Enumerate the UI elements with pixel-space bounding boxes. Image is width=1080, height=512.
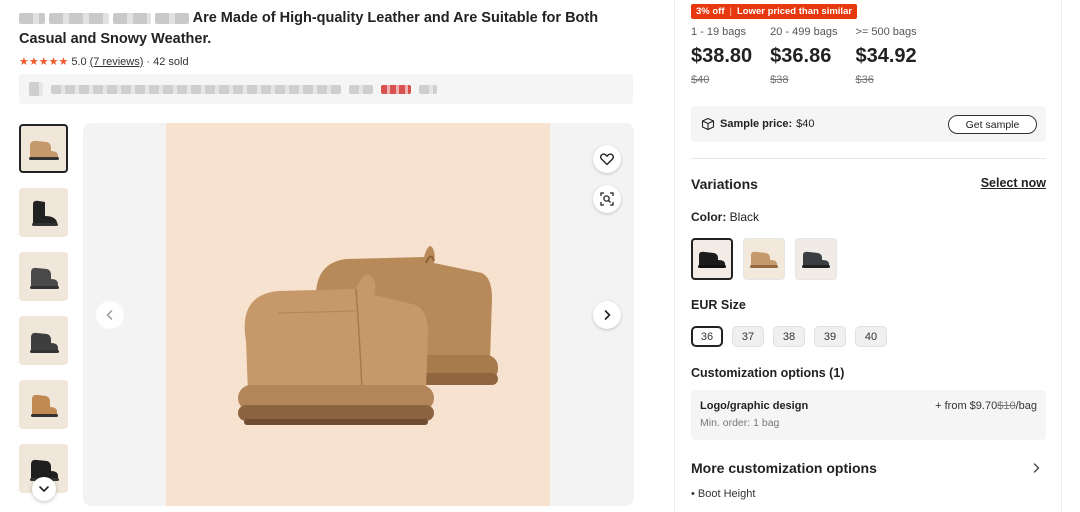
- more-customization-expand[interactable]: [1030, 461, 1042, 479]
- thumbnail-4[interactable]: [19, 316, 68, 365]
- blurred-brand: [19, 12, 45, 24]
- price-tier: 1 - 19 bags $38.80 $40: [691, 26, 752, 86]
- seller-logo-icon: [29, 82, 43, 96]
- promo-discount: 3% off: [696, 6, 725, 17]
- tier-range: 20 - 499 bags: [770, 26, 838, 38]
- price-tiers: 1 - 19 bags $38.80 $40 20 - 499 bags $36…: [691, 26, 935, 86]
- variations-heading: Variations: [691, 176, 758, 192]
- customization-option[interactable]: Logo/graphic design Min. order: 1 bag + …: [691, 390, 1046, 440]
- customization-price-from: + from $9.70: [935, 400, 998, 412]
- thumbnails-scroll-down-button[interactable]: [32, 477, 56, 501]
- thumbnail-2[interactable]: [19, 188, 68, 237]
- size-option[interactable]: 39: [814, 326, 846, 347]
- tier-price: $38.80: [691, 45, 753, 67]
- color-selection-label: Color: Black: [691, 210, 759, 224]
- size-option[interactable]: 40: [855, 326, 887, 347]
- chevron-right-icon: [1033, 463, 1040, 473]
- sample-price-label: Sample price:: [720, 118, 793, 130]
- tier-original-price: $36: [855, 74, 874, 86]
- chevron-down-icon: [39, 486, 49, 492]
- customization-price-unit: /bag: [1015, 400, 1037, 412]
- customization-heading: Customization options (1): [691, 366, 845, 380]
- more-customization-heading[interactable]: More customization options: [691, 460, 877, 476]
- boot-thumb-icon: [29, 267, 59, 289]
- country-flag-icon: [381, 84, 411, 94]
- seller-info-bar[interactable]: [19, 74, 633, 104]
- tier-range: >= 500 bags: [855, 26, 917, 38]
- thumbnail-1[interactable]: [19, 124, 68, 173]
- prev-image-button[interactable]: [96, 301, 124, 329]
- swatch-grey[interactable]: [795, 238, 837, 280]
- thumbnail-list: [19, 124, 69, 508]
- boot-swatch-icon: [802, 251, 830, 268]
- customization-min-order: Min. order: 1 bag: [700, 417, 780, 429]
- next-image-button[interactable]: [593, 301, 621, 329]
- package-icon: [701, 117, 715, 131]
- color-label: Color:: [691, 210, 727, 224]
- thumbnail-3[interactable]: [19, 252, 68, 301]
- boot-swatch-icon: [750, 251, 778, 268]
- tier-original-price: $38: [770, 74, 789, 86]
- customization-bullet: • Boot Height: [691, 488, 756, 500]
- rating-value: 5.0: [71, 55, 87, 68]
- product-title: Are Made of High-quality Leather and Are…: [19, 8, 649, 50]
- main-product-image: [83, 123, 634, 506]
- thumbnail-5[interactable]: [19, 380, 68, 429]
- boot-thumb-icon: [30, 394, 58, 417]
- swatch-black[interactable]: [691, 238, 733, 280]
- section-divider: [691, 158, 1046, 159]
- swatch-tan[interactable]: [743, 238, 785, 280]
- rating-row: ★★★★★ 5.0 (7 reviews) · 42 sold: [19, 55, 189, 69]
- tier-range: 1 - 19 bags: [691, 26, 747, 38]
- tier-price: $36.86: [770, 45, 832, 67]
- blurred-text: [155, 12, 190, 24]
- boots-illustration: [238, 246, 498, 425]
- price-tier: >= 500 bags $34.92 $36: [855, 26, 916, 86]
- promo-separator: |: [729, 6, 732, 17]
- boot-thumb-icon: [31, 200, 58, 226]
- sold-count: · 42 sold: [146, 55, 189, 68]
- customization-price: + from $9.70$10/bag: [935, 400, 1037, 412]
- select-now-link[interactable]: Select now: [981, 176, 1046, 190]
- tier-original-price: $40: [691, 74, 710, 86]
- favorite-button[interactable]: [593, 145, 621, 173]
- size-option[interactable]: 38: [773, 326, 805, 347]
- customization-price-original: $10: [997, 400, 1016, 412]
- color-swatches: [691, 238, 837, 280]
- product-photo: [166, 123, 550, 506]
- size-label: EUR Size: [691, 298, 746, 312]
- color-value: Black: [729, 210, 760, 224]
- column-divider: [674, 0, 675, 512]
- promo-badge: 3% off | Lower priced than similar: [691, 4, 858, 19]
- heart-icon: [599, 153, 615, 166]
- promo-note: Lower priced than similar: [736, 6, 853, 17]
- reviews-link[interactable]: (7 reviews): [90, 56, 144, 68]
- boot-thumb-icon: [28, 140, 59, 160]
- star-rating-icon: ★★★★★: [19, 56, 69, 68]
- boot-swatch-icon: [698, 251, 726, 268]
- get-sample-button[interactable]: Get sample: [948, 115, 1037, 134]
- sample-price-box: Sample price: $40 Get sample: [691, 106, 1046, 142]
- blurred-text: [49, 12, 110, 24]
- size-option[interactable]: 37: [732, 326, 764, 347]
- boot-thumb-icon: [29, 332, 59, 353]
- chevron-left-icon: [106, 310, 113, 320]
- size-options: 36 37 38 39 40: [691, 326, 887, 347]
- sample-price-value: $40: [796, 118, 815, 130]
- chevron-right-icon: [604, 310, 611, 320]
- blurred-text: [349, 84, 373, 94]
- tier-price: $34.92: [855, 45, 917, 67]
- size-option[interactable]: 36: [691, 326, 723, 347]
- image-search-icon: [600, 192, 614, 206]
- price-tier: 20 - 499 bags $36.86 $38: [770, 26, 837, 86]
- blurred-text: [419, 84, 437, 94]
- column-divider: [1061, 0, 1062, 512]
- visual-search-button[interactable]: [593, 185, 621, 213]
- blurred-seller-text: [51, 84, 341, 94]
- blurred-text: [113, 12, 152, 24]
